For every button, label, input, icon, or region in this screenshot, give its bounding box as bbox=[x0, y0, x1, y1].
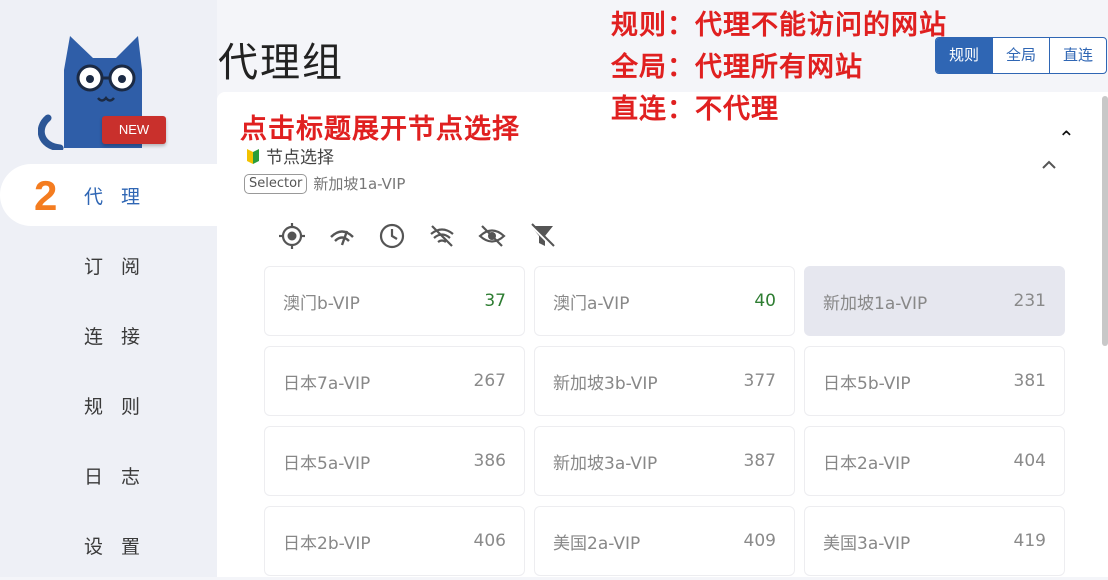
proxy-name: 日本5b-VIP bbox=[823, 373, 911, 394]
annotation-global: 全局：代理所有网站 bbox=[611, 52, 863, 83]
page-title: 代理组 bbox=[218, 40, 344, 86]
proxy-delay[interactable]: 387 bbox=[744, 451, 776, 471]
mode-tab-rule[interactable]: 规则 bbox=[936, 38, 992, 73]
sidebar-item-rules[interactable]: 规 则 bbox=[0, 370, 217, 440]
annotation-rule: 规则：代理不能访问的网站 bbox=[611, 10, 947, 41]
sidebar: NEW 2 代 理 订 阅 连 接 规 则 日 志 设 置 bbox=[0, 0, 217, 577]
clock-sort-icon[interactable] bbox=[378, 222, 406, 250]
proxy-delay[interactable]: 406 bbox=[474, 531, 506, 551]
proxy-delay[interactable]: 381 bbox=[1014, 371, 1046, 391]
proxy-group-header[interactable]: 节点选择 Selector 新加坡1a-VIP bbox=[244, 143, 405, 194]
proxy-delay[interactable]: 386 bbox=[474, 451, 506, 471]
new-badge: NEW bbox=[102, 116, 166, 144]
proxy-card[interactable]: 美国2a-VIP 409 bbox=[534, 506, 795, 576]
proxy-delay[interactable]: 37 bbox=[484, 291, 506, 311]
annotation-direct: 直连：不代理 bbox=[611, 94, 779, 125]
proxy-name: 日本2a-VIP bbox=[823, 453, 911, 474]
collapse-all-icon[interactable]: ⌃ bbox=[1058, 126, 1075, 150]
proxy-name: 日本2b-VIP bbox=[283, 533, 371, 554]
proxy-card[interactable]: 日本7a-VIP 267 bbox=[264, 346, 525, 416]
sidebar-item-label: 连 接 bbox=[84, 325, 147, 348]
proxy-toolbar bbox=[278, 222, 556, 250]
filter-off-icon[interactable] bbox=[528, 222, 556, 250]
sidebar-item-subscription[interactable]: 订 阅 bbox=[0, 230, 217, 300]
group-name: 节点选择 bbox=[266, 148, 334, 168]
proxy-card[interactable]: 日本5a-VIP 386 bbox=[264, 426, 525, 496]
sidebar-item-label: 规 则 bbox=[84, 395, 147, 418]
proxy-delay[interactable]: 377 bbox=[744, 371, 776, 391]
proxy-card[interactable]: 澳门a-VIP 40 bbox=[534, 266, 795, 336]
proxy-card[interactable]: 日本5b-VIP 381 bbox=[804, 346, 1065, 416]
sidebar-item-label: 代 理 bbox=[84, 185, 147, 208]
proxy-name: 日本7a-VIP bbox=[283, 373, 371, 394]
proxy-name: 澳门b-VIP bbox=[283, 293, 360, 314]
proxy-delay[interactable]: 231 bbox=[1014, 291, 1046, 311]
proxy-name: 新加坡3b-VIP bbox=[553, 373, 658, 394]
proxy-name: 日本5a-VIP bbox=[283, 453, 371, 474]
sidebar-item-label: 日 志 bbox=[84, 465, 147, 488]
proxy-delay[interactable]: 40 bbox=[754, 291, 776, 311]
proxy-card[interactable]: 新加坡3a-VIP 387 bbox=[534, 426, 795, 496]
mode-tab-direct[interactable]: 直连 bbox=[1049, 38, 1106, 73]
sidebar-nav: 2 代 理 订 阅 连 接 规 则 日 志 设 置 bbox=[0, 160, 217, 580]
proxy-name: 澳门a-VIP bbox=[553, 293, 630, 314]
proxy-card[interactable]: 新加坡3b-VIP 377 bbox=[534, 346, 795, 416]
delay-number-badge: 2 bbox=[34, 172, 58, 219]
group-type-tag: Selector bbox=[244, 173, 308, 194]
proxy-card[interactable]: 美国3a-VIP 419 bbox=[804, 506, 1065, 576]
proxy-card-selected[interactable]: 新加坡1a-VIP 231 bbox=[804, 266, 1065, 336]
proxy-delay[interactable]: 267 bbox=[474, 371, 506, 391]
proxy-name: 美国3a-VIP bbox=[823, 533, 911, 554]
scrollbar[interactable] bbox=[1102, 96, 1108, 346]
hide-icon[interactable] bbox=[478, 222, 506, 250]
chevron-up-icon[interactable] bbox=[1040, 156, 1058, 174]
proxy-delay[interactable]: 419 bbox=[1014, 531, 1046, 551]
sidebar-item-label: 订 阅 bbox=[84, 255, 147, 278]
mode-switch: 规则 全局 直连 bbox=[935, 37, 1107, 74]
proxy-card[interactable]: 日本2a-VIP 404 bbox=[804, 426, 1065, 496]
sidebar-item-proxy[interactable]: 2 代 理 bbox=[0, 164, 217, 226]
speed-test-icon[interactable] bbox=[328, 222, 356, 250]
group-title: 节点选择 bbox=[244, 143, 405, 168]
mode-tab-global[interactable]: 全局 bbox=[992, 38, 1049, 73]
sidebar-item-connections[interactable]: 连 接 bbox=[0, 300, 217, 370]
beginner-leaf-icon bbox=[247, 148, 259, 164]
sidebar-item-label: 设 置 bbox=[84, 535, 147, 558]
proxy-delay[interactable]: 404 bbox=[1014, 451, 1046, 471]
proxy-name: 新加坡1a-VIP bbox=[823, 293, 928, 314]
sidebar-item-logs[interactable]: 日 志 bbox=[0, 440, 217, 510]
group-current-proxy: 新加坡1a-VIP bbox=[313, 175, 406, 193]
proxy-delay[interactable]: 409 bbox=[744, 531, 776, 551]
group-info: Selector 新加坡1a-VIP bbox=[244, 173, 405, 194]
proxy-name: 美国2a-VIP bbox=[553, 533, 641, 554]
proxy-card[interactable]: 澳门b-VIP 37 bbox=[264, 266, 525, 336]
proxy-name: 新加坡3a-VIP bbox=[553, 453, 658, 474]
proxy-card[interactable]: 日本2b-VIP 406 bbox=[264, 506, 525, 576]
sidebar-item-settings[interactable]: 设 置 bbox=[0, 510, 217, 580]
proxy-grid: 澳门b-VIP 37 澳门a-VIP 40 新加坡1a-VIP 231 日本7a… bbox=[264, 266, 1067, 576]
locate-icon[interactable] bbox=[278, 222, 306, 250]
annotation-click-hint: 点击标题展开节点选择 bbox=[240, 114, 520, 145]
filter-unavailable-icon[interactable] bbox=[428, 222, 456, 250]
